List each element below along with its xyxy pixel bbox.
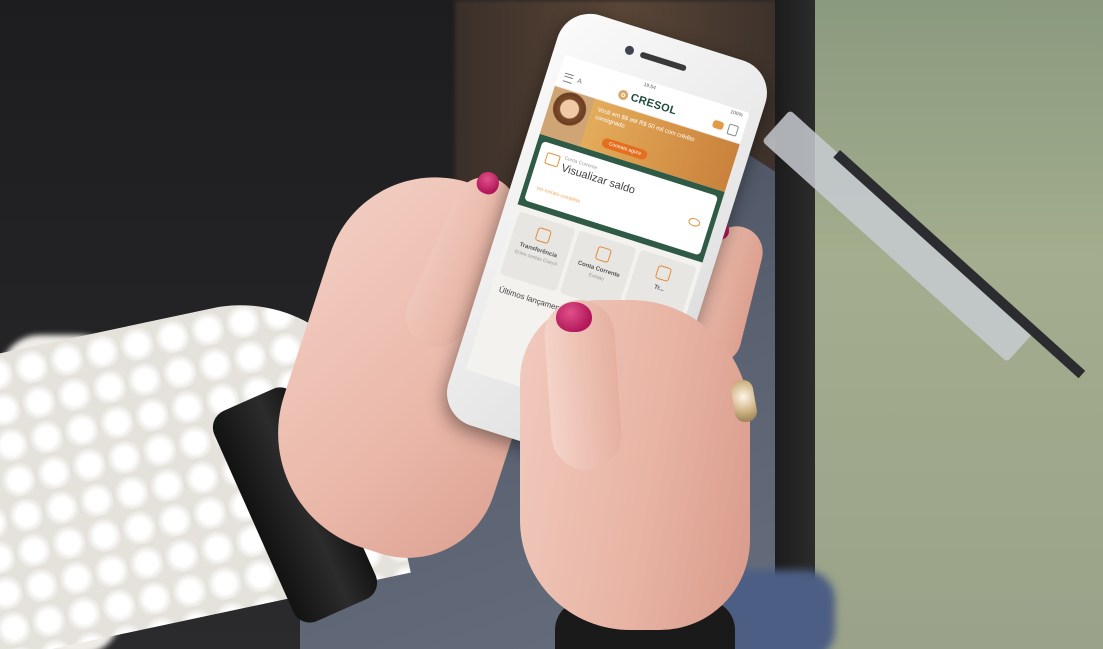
exit-icon[interactable]	[726, 122, 740, 137]
font-size-control[interactable]: A	[576, 77, 583, 85]
window-garden	[780, 0, 1103, 649]
shortcut-label: Tr...	[653, 284, 665, 294]
nail-right-thumb	[556, 302, 592, 332]
wallet-icon	[594, 245, 613, 264]
logo-mark-icon: ✿	[616, 88, 630, 102]
people-icon[interactable]	[711, 119, 725, 131]
statement-link[interactable]: Ver extrato completo	[535, 185, 581, 205]
eye-icon[interactable]	[687, 216, 702, 228]
more-icon	[654, 264, 673, 283]
transfer-icon	[534, 226, 552, 245]
view-balance-title: Visualizar saldo	[559, 162, 637, 197]
wallet-icon	[544, 151, 561, 168]
window-frame	[775, 0, 815, 649]
menu-icon[interactable]	[562, 72, 575, 84]
